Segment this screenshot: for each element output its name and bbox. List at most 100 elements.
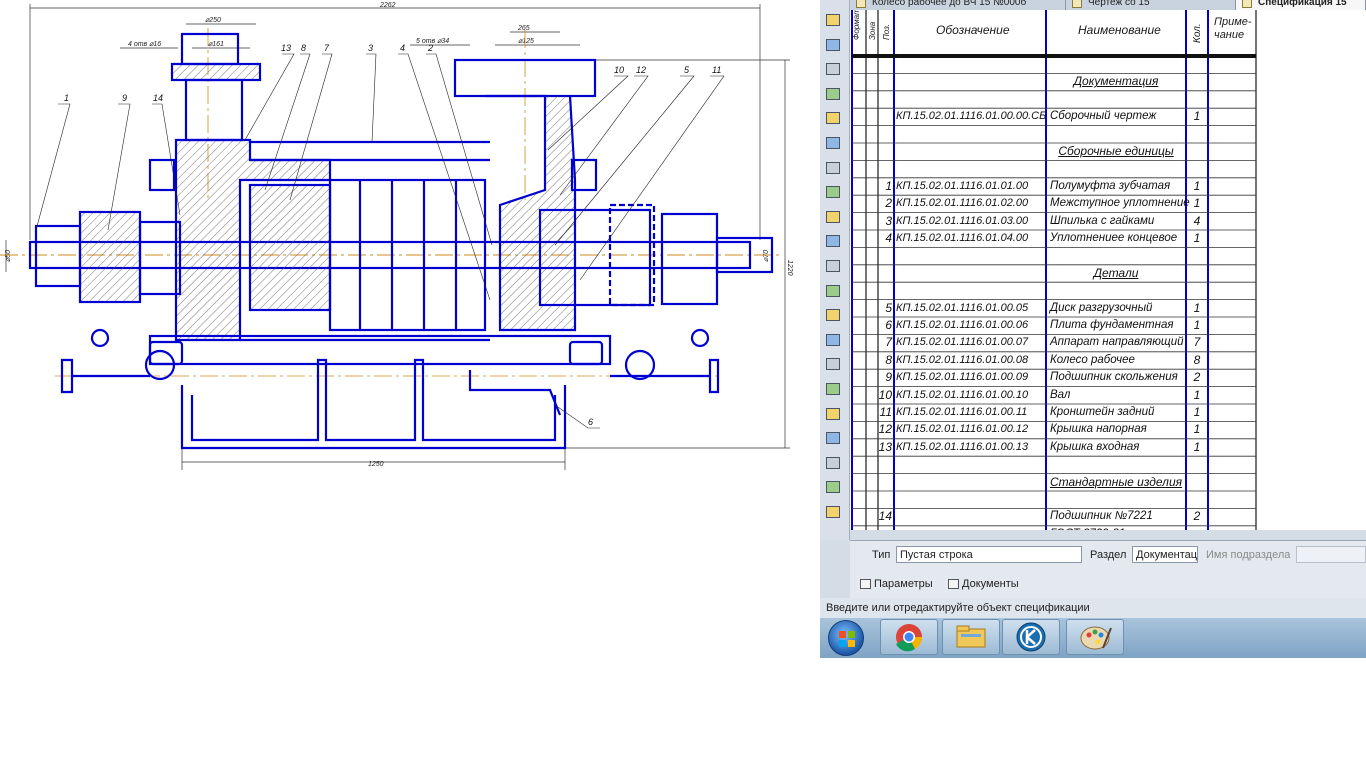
row-section-title[interactable]: Сборочные единицы [1048,143,1184,160]
row-name[interactable]: Колесо рабочее [1050,352,1135,369]
row-designation[interactable]: КП.15.02.01.1116.01.03.00 [896,213,1028,230]
row-qty[interactable]: 2 [1188,369,1206,386]
row-name[interactable]: Уплотнениее концевое [1050,230,1177,247]
row-name[interactable]: Аппарат направляющий [1050,334,1183,351]
row-name[interactable]: Сборочный чертеж [1050,108,1156,125]
row-name[interactable]: Межступное уплотнение [1050,195,1190,212]
row-designation[interactable]: КП.15.02.01.1116.01.00.08 [896,352,1028,369]
row-designation[interactable]: КП.15.02.01.1116.01.00.09 [896,369,1028,386]
row-designation[interactable]: КП.15.02.01.1116.01.00.12 [896,421,1028,438]
row-designation[interactable]: КП.15.02.01.1116.01.00.05 [896,300,1028,317]
text-style-icon[interactable] [826,14,842,28]
row-pos[interactable]: 11 [878,404,892,421]
section-icon[interactable] [826,87,842,102]
row-pos[interactable]: 9 [878,369,892,386]
type-field[interactable]: Пустая строка [896,546,1082,563]
taskbar-paint[interactable] [1066,619,1124,655]
row-pos[interactable]: 10 [878,387,892,404]
row-pos[interactable]: 3 [878,213,892,230]
row-qty[interactable]: 1 [1188,387,1206,404]
link-icon[interactable] [826,456,842,471]
row-pos[interactable]: 7 [878,334,892,351]
row-pos[interactable]: 13 [878,439,892,456]
row-designation[interactable]: КП.15.02.01.1116.01.01.00 [896,178,1028,195]
row-designation[interactable]: КП.15.02.01.1116.01.00.11 [896,404,1027,421]
row-qty[interactable]: 1 [1188,421,1206,438]
row-designation[interactable]: КП.15.02.01.1116.01.04.00 [896,230,1028,247]
row-name[interactable]: Шпилька с гайками [1050,213,1154,230]
row-section-title[interactable]: Детали [1048,265,1184,282]
row-name[interactable]: Подшипник №7221 [1050,508,1153,525]
row-qty[interactable]: 1 [1188,178,1206,195]
row-qty[interactable]: 1 [1188,404,1206,421]
sum-icon[interactable] [826,506,842,520]
taskbar-chrome[interactable] [880,619,938,655]
row-pos[interactable]: 5 [878,300,892,317]
row-name[interactable]: Кронштейн задний [1050,404,1154,421]
row-name[interactable]: Диск разгрузочный [1050,300,1152,317]
tab-specification-doc[interactable]: Спецификация 15 [1236,0,1366,10]
row-section-title[interactable]: Документация [1048,73,1184,90]
insert-object-icon[interactable] [826,63,842,77]
row-pos[interactable]: 4 [878,230,892,247]
specification-sheet[interactable]: Формат Зона Поз. Обозначение Наименовани… [850,10,1366,530]
spec-table-icon[interactable] [826,38,842,53]
tab-documents[interactable]: Документы [946,575,1019,593]
row-name[interactable]: Крышка напорная [1050,421,1147,438]
copy-icon[interactable] [826,432,842,446]
row-qty[interactable]: 1 [1188,317,1206,334]
taskbar-explorer[interactable] [942,619,1000,655]
row-name[interactable]: Подшипник скольжения [1050,369,1178,386]
subsection-field[interactable] [1296,546,1366,563]
row-name[interactable]: Крышка входная [1050,439,1139,456]
export-icon[interactable] [826,407,842,422]
row-designation[interactable]: КП.15.02.01.1116.01.00.13 [896,439,1028,456]
row-qty[interactable]: 4 [1188,213,1206,230]
row-pos[interactable]: 1 [878,178,892,195]
row-designation[interactable]: КП.15.02.01.1116.01.00.10 [896,387,1028,404]
row-pos[interactable]: 8 [878,352,892,369]
taskbar-kompas[interactable] [1002,619,1060,655]
row-designation[interactable]: КП.15.02.01.1116.01.00.07 [896,334,1028,351]
numbering-icon[interactable] [826,284,842,299]
row-pos[interactable]: 2 [878,195,892,212]
edit-doc-icon[interactable] [826,161,842,176]
row-qty[interactable]: 1 [1188,300,1206,317]
layout-icon[interactable] [826,333,842,348]
tab-drawing-doc[interactable]: Чертеж со 15 [1066,0,1236,10]
row-designation[interactable]: КП.15.02.01.1116.01.00.06 [896,317,1028,334]
row-qty[interactable]: 1 [1188,108,1206,125]
reserve-icon[interactable] [826,260,842,274]
row-designation[interactable]: КП.15.02.01.1116.01.02.00 [896,195,1028,212]
row-qty[interactable]: 1 [1188,439,1206,456]
document-icon[interactable] [826,481,842,495]
windows-start-icon[interactable] [828,620,864,656]
preview-icon[interactable] [826,383,842,397]
row-qty[interactable]: 1 [1188,230,1206,247]
row-qty[interactable]: 8 [1188,352,1206,369]
row-pos[interactable]: 12 [878,421,892,438]
add-row-icon[interactable] [826,186,842,200]
document-tabs: Колесо рабочее до ВЧ 15 №000б Чертеж со … [850,0,1366,10]
sort-icon[interactable] [826,137,842,151]
row-qty[interactable]: 1 [1188,195,1206,212]
tab-part-doc[interactable]: Колесо рабочее до ВЧ 15 №000б [850,0,1066,10]
row-designation[interactable]: КП.15.02.01.1116.01.00.00.СБ [896,108,1046,125]
section-field[interactable]: Документац [1132,546,1198,563]
tab-parameters[interactable]: Параметры [858,575,933,593]
row-name[interactable]: ГОСТ 3722-81 [1050,526,1125,530]
row-pos[interactable]: 6 [878,317,892,334]
row-qty[interactable]: 2 [1188,508,1206,525]
properties-icon[interactable] [826,358,842,372]
row-name[interactable]: Вал [1050,387,1070,404]
row-name[interactable]: Полумуфта зубчатая [1050,178,1170,195]
check-icon[interactable] [826,309,842,323]
row-name[interactable]: Плита фундаментная [1050,317,1174,334]
row-qty[interactable]: 7 [1188,334,1206,351]
row-pos[interactable]: 14 [878,508,892,525]
assembly-drawing[interactable]: 2262 1250 1220 ⌀250 ⌀161 ⌀125 265 4 отв … [0,0,820,470]
row-down-icon[interactable] [826,235,842,249]
row-section-title[interactable]: Стандартные изделия [1048,474,1184,491]
row-up-icon[interactable] [826,210,842,225]
section-add-icon[interactable] [826,112,842,126]
